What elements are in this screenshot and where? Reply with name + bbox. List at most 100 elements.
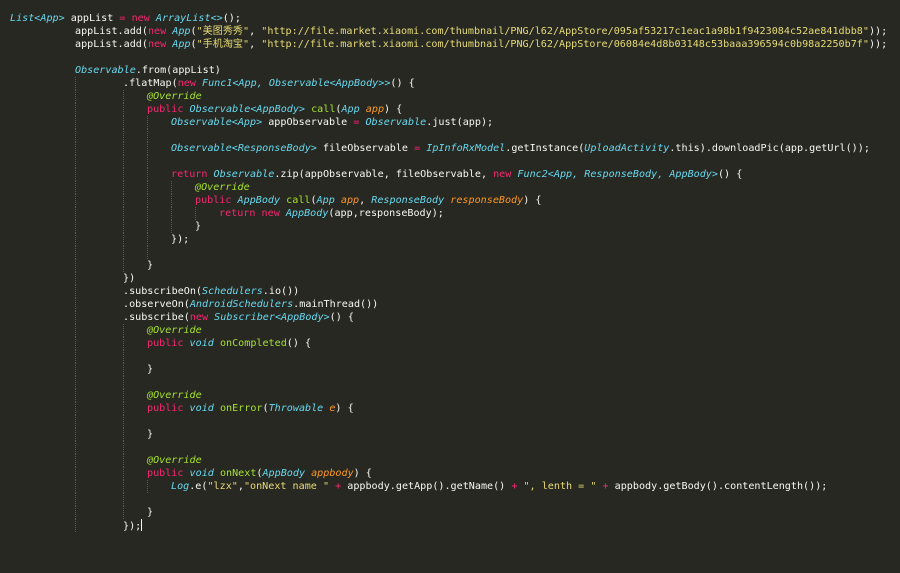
code-line[interactable]: })	[123, 272, 135, 285]
code-token: "lzx"	[207, 481, 238, 492]
indent-guide	[123, 194, 124, 207]
indent-guide	[123, 506, 124, 519]
indent-guide	[147, 181, 148, 194]
code-line[interactable]: @Override	[147, 389, 202, 402]
code-line[interactable]: }	[147, 259, 153, 272]
code-token: appList	[64, 13, 120, 24]
code-line[interactable]: Observable<ResponseBody> fileObservable …	[171, 142, 870, 155]
code-token: .from(appList)	[135, 65, 221, 76]
indent-guide	[147, 155, 148, 168]
indent-guide	[195, 207, 196, 220]
code-token: "美图秀秀"	[196, 26, 250, 37]
indent-guide	[147, 233, 148, 246]
code-line[interactable]: });	[171, 233, 189, 246]
code-token: public	[147, 338, 184, 349]
code-line[interactable]: Observable.from(appList)	[75, 64, 221, 77]
code-token: AppBody	[262, 468, 306, 479]
code-line[interactable]: @Override	[147, 90, 202, 103]
code-token: ) {	[523, 195, 542, 206]
code-token: appList.add(	[75, 26, 148, 37]
code-token: Subscriber<AppBody>	[214, 312, 330, 323]
code-token: onError	[219, 403, 263, 414]
indent-guide	[75, 454, 76, 467]
code-line[interactable]: return Observable.zip(appObservable, fil…	[171, 168, 742, 181]
indent-guide	[75, 350, 76, 363]
indent-guide	[75, 441, 76, 454]
code-line[interactable]: });	[123, 519, 143, 532]
indent-guide	[123, 233, 124, 246]
code-token: appObservable	[262, 117, 354, 128]
indent-guide	[123, 246, 124, 259]
code-line[interactable]: public Observable<AppBody> call(App app)…	[147, 103, 402, 116]
code-token: void	[189, 338, 214, 349]
code-token: Observable	[365, 117, 427, 128]
code-token: new	[261, 208, 280, 219]
code-line[interactable]: .flatMap(new Func1<App, Observable<AppBo…	[123, 77, 415, 90]
indent-guide	[75, 402, 76, 415]
indent-guide	[75, 519, 76, 532]
code-token: Observable<AppBody>	[189, 104, 306, 115]
indent-guide	[123, 454, 124, 467]
code-token: public	[147, 403, 184, 414]
indent-guide	[147, 207, 148, 220]
code-line[interactable]: .observeOn(AndroidSchedulers.mainThread(…	[123, 298, 378, 311]
code-token: void	[189, 468, 214, 479]
code-line[interactable]: public void onCompleted() {	[147, 337, 311, 350]
code-line[interactable]: return new AppBody(app,responseBody);	[219, 207, 444, 220]
code-line[interactable]: public AppBody call(App app, ResponseBod…	[195, 194, 541, 207]
code-token: () {	[286, 338, 312, 349]
code-line[interactable]: Log.e("lzx","onNext name " + appbody.get…	[171, 480, 827, 493]
code-line[interactable]: appList.add(new App("美图秀秀", "http://file…	[75, 25, 887, 38]
code-line[interactable]: }	[147, 428, 153, 441]
code-line[interactable]: }	[147, 506, 153, 519]
code-line[interactable]: @Override	[147, 324, 202, 337]
code-token: }	[195, 221, 202, 232]
code-line[interactable]: List<App> appList = new ArrayList<>();	[10, 12, 241, 25]
code-token: "http://file.market.xiaomi.com/thumbnail…	[261, 26, 869, 37]
indent-guide	[123, 90, 124, 103]
code-token: (app,responseBody);	[328, 208, 444, 219]
code-line[interactable]: public void onError(Throwable e) {	[147, 402, 354, 415]
code-line[interactable]: }	[147, 363, 153, 376]
indent-guide	[123, 324, 124, 337]
code-token: new	[147, 26, 167, 37]
code-token: ));	[868, 39, 888, 50]
code-token: });	[171, 234, 190, 245]
indent-guide	[75, 272, 76, 285]
code-token: }	[147, 260, 154, 271]
code-line[interactable]: .subscribeOn(Schedulers.io())	[123, 285, 299, 298]
code-token: public	[147, 468, 184, 479]
indent-guide	[147, 142, 148, 155]
code-token: return	[171, 169, 208, 180]
code-editor[interactable]: List<App> appList = new ArrayList<>(); ap…	[0, 0, 900, 573]
indent-guide	[75, 103, 76, 116]
code-line[interactable]: }	[195, 220, 201, 233]
code-token: .io())	[262, 286, 300, 297]
code-line[interactable]: public void onNext(AppBody appbody) {	[147, 467, 372, 480]
indent-guide	[75, 233, 76, 246]
code-line[interactable]: .subscribe(new Subscriber<AppBody>() {	[123, 311, 354, 324]
code-token: ();	[222, 13, 241, 24]
code-token: appbody.getBody().contentLength());	[608, 481, 828, 492]
code-token: Log	[171, 481, 190, 492]
indent-guide	[123, 168, 124, 181]
indent-guide	[75, 506, 76, 519]
indent-guide	[147, 194, 148, 207]
code-token: .this).downloadPic(app.getUrl());	[669, 143, 870, 154]
code-token: Func2<App, ResponseBody, AppBody>	[517, 169, 718, 180]
code-token: UploadActivity	[584, 143, 670, 154]
code-token: ) {	[335, 403, 354, 414]
code-token: () {	[329, 312, 354, 323]
indent-guide	[75, 467, 76, 480]
code-token: .flatMap(	[123, 78, 178, 89]
code-token: ResponseBody	[371, 195, 445, 206]
code-token: () {	[717, 169, 743, 180]
code-line[interactable]: @Override	[195, 181, 250, 194]
code-line[interactable]: appList.add(new App("手机淘宝", "http://file…	[75, 38, 887, 51]
code-token: App	[172, 39, 191, 50]
code-token: AppBody	[237, 195, 281, 206]
code-line[interactable]: @Override	[147, 454, 202, 467]
indent-guide	[147, 220, 148, 233]
code-line[interactable]: Observable<App> appObservable = Observab…	[171, 116, 493, 129]
code-token: responseBody	[450, 195, 524, 206]
